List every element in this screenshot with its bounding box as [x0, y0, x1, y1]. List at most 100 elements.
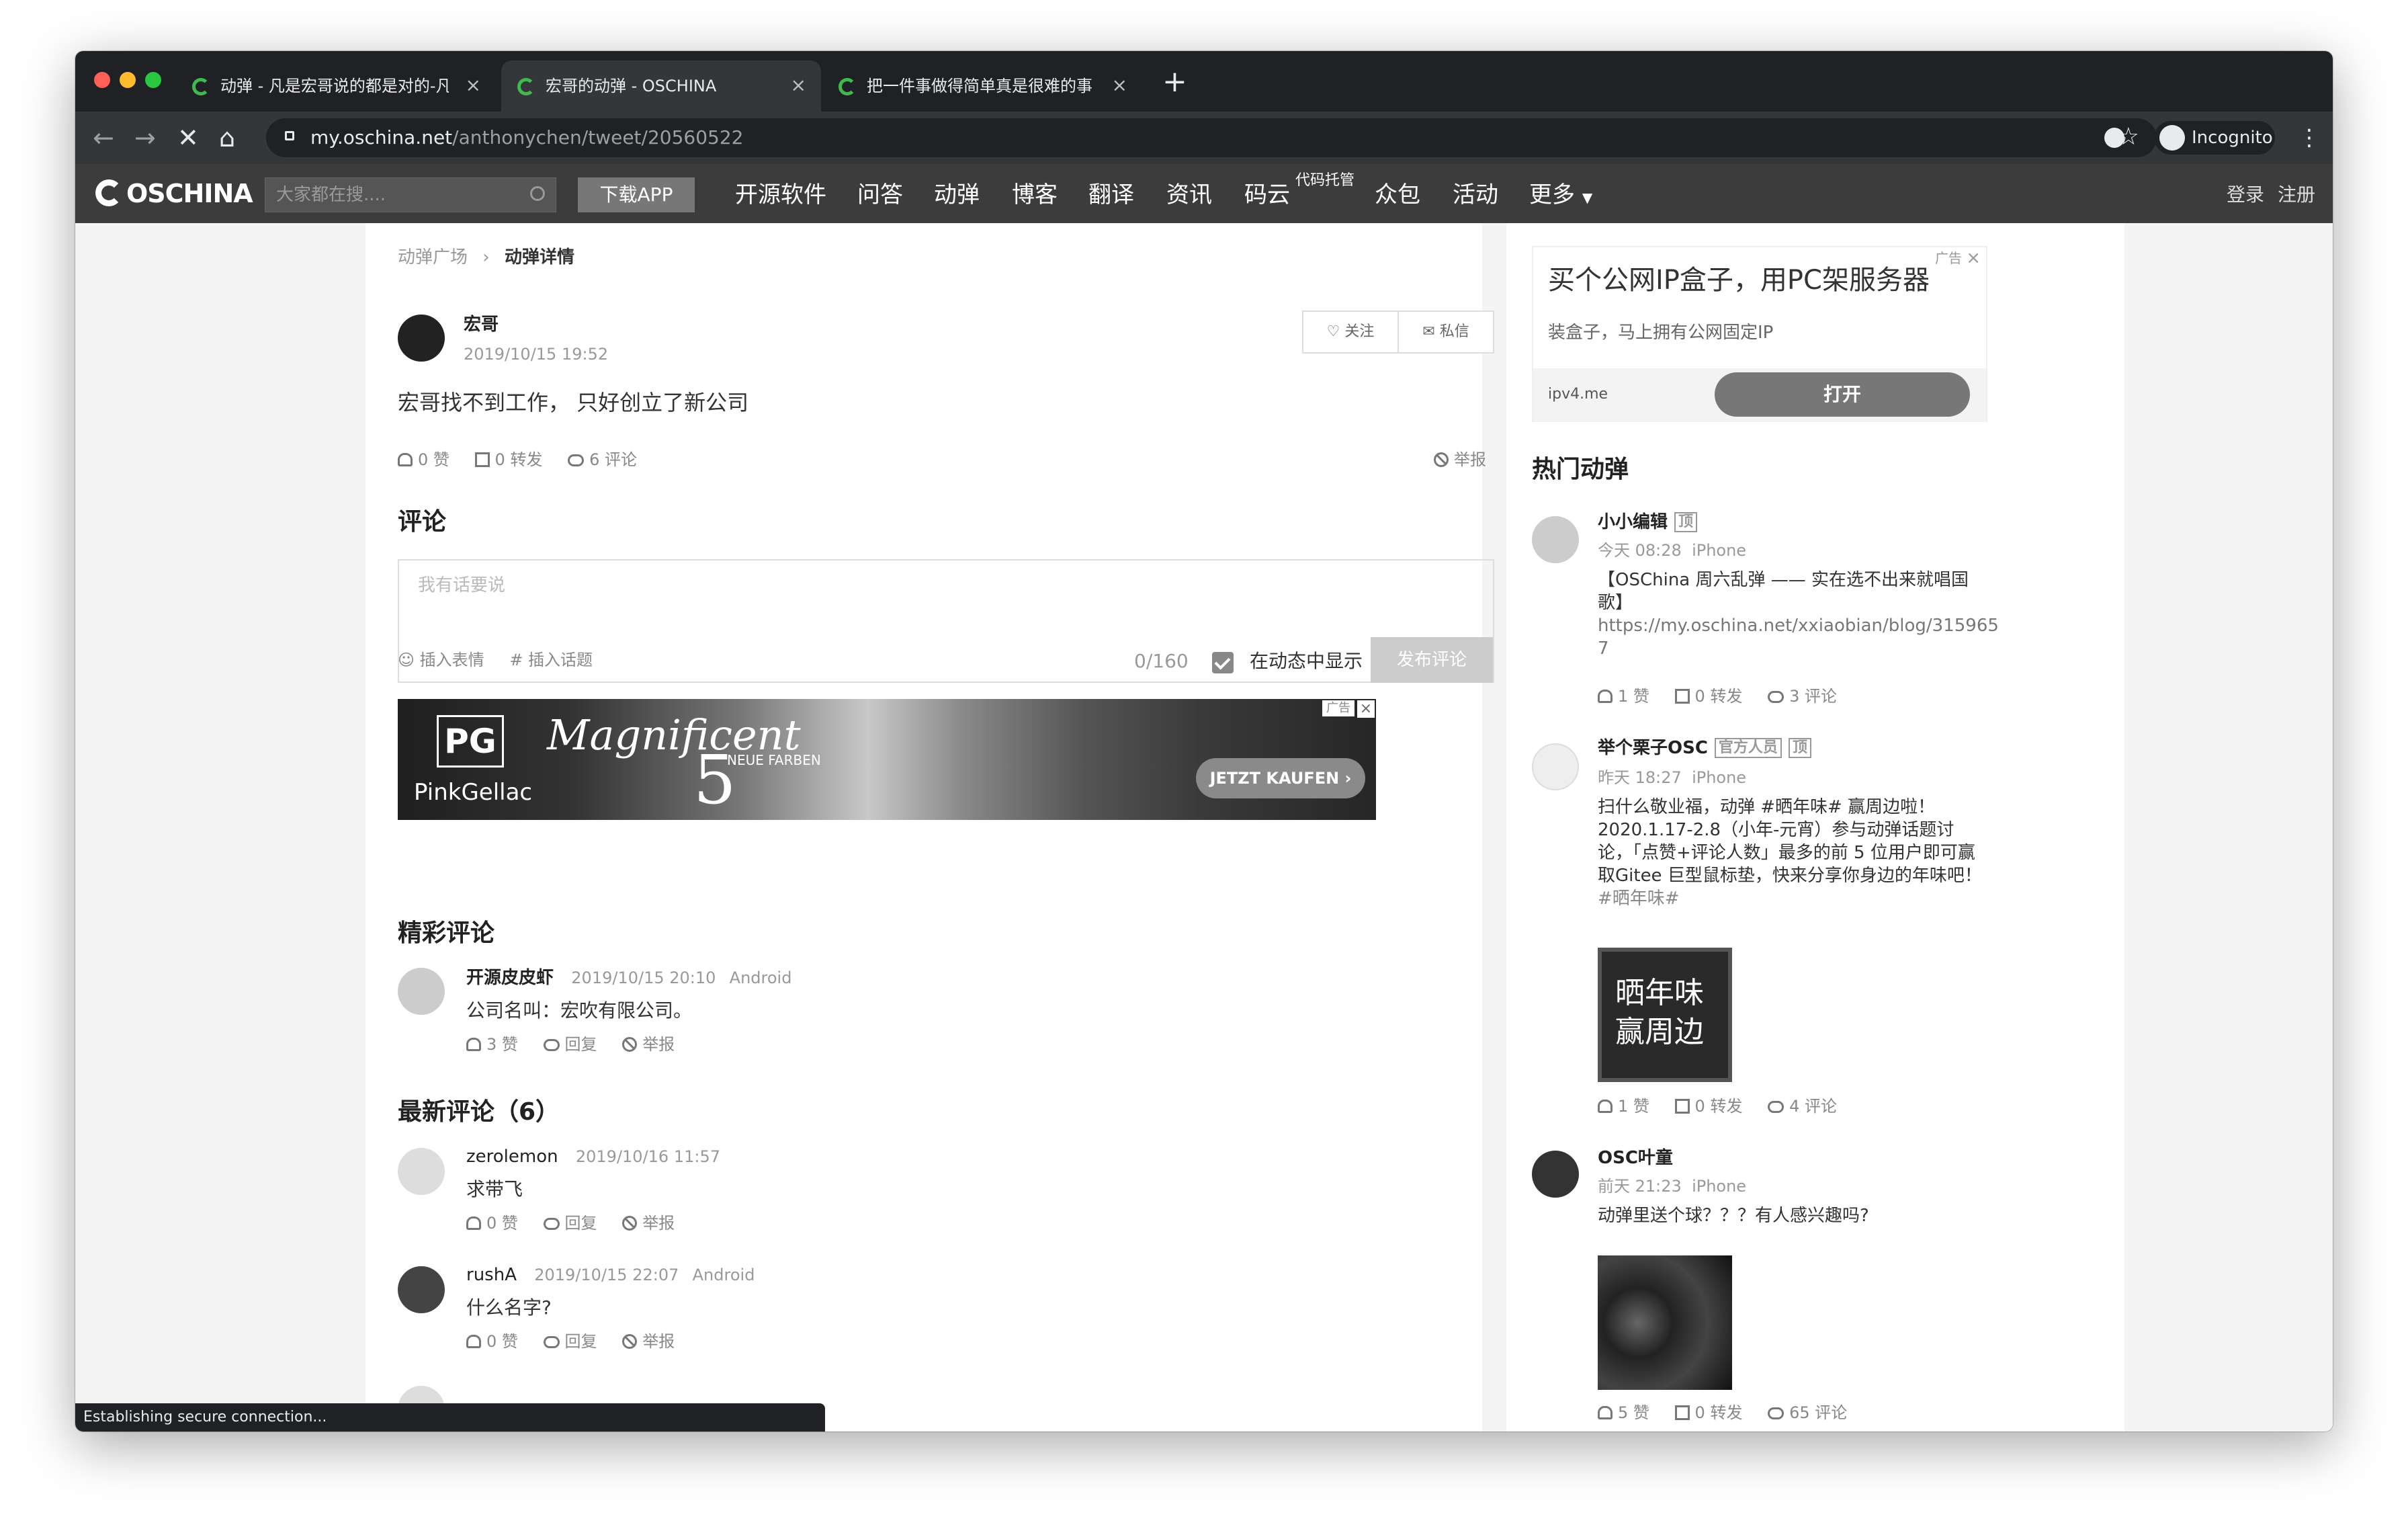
- banner-ad[interactable]: PG PinkGellac Magnificent 5 NEUE FARBEN …: [398, 699, 1376, 820]
- tab-title: 动弹 - 凡是宏哥说的都是对的-凡: [220, 77, 449, 95]
- forward-button[interactable]: 0 转发: [1674, 687, 1742, 706]
- comment-button[interactable]: 4 评论: [1768, 1097, 1837, 1116]
- private-message-button[interactable]: ✉ 私信: [1398, 311, 1494, 354]
- commenter-name[interactable]: zerolemon: [466, 1147, 558, 1167]
- insert-emoji-button[interactable]: ☺ 插入表情: [398, 651, 484, 669]
- banner-cta-button[interactable]: JETZT KAUFEN ›: [1196, 758, 1365, 798]
- incognito-badge[interactable]: Incognito: [2154, 121, 2275, 155]
- stop-loading-icon[interactable]: ✕: [177, 121, 199, 155]
- menu-more[interactable]: 更多 ▼: [1529, 180, 1592, 212]
- hot-author-name[interactable]: OSC叶童: [1598, 1147, 1673, 1169]
- hot-line: 扫什么敬业福，动弹 #晒年味# 赢周边啦！: [1598, 797, 1936, 817]
- browser-menu-icon[interactable]: ⋮: [2298, 121, 2321, 155]
- comment-button[interactable]: 65 评论: [1768, 1403, 1847, 1422]
- hot-line: 【OSChina 周六乱弹 —— 实在选不出来就唱国: [1598, 570, 1969, 590]
- close-ad-icon[interactable]: ×: [1357, 700, 1375, 718]
- commenter-avatar[interactable]: [398, 968, 445, 1015]
- minimize-window-button[interactable]: [120, 72, 136, 88]
- show-in-feed-checkbox[interactable]: [1212, 652, 1234, 673]
- hot-hashtag[interactable]: #晒年味#: [1598, 887, 2028, 910]
- reply-button[interactable]: 回复: [543, 1035, 597, 1054]
- menu-news[interactable]: 资讯: [1166, 180, 1212, 210]
- like-button[interactable]: 0 赞: [398, 450, 449, 469]
- image-text: 赢周边: [1615, 1015, 1704, 1049]
- address-bar[interactable]: my.oschina.net/anthonychen/tweet/2056052…: [266, 118, 2157, 157]
- site-header: OSCHINA 大家都在搜.... 下载APP 开源软件 问答 动弹 博客 翻译…: [75, 164, 2333, 223]
- register-link[interactable]: 注册: [2278, 183, 2315, 207]
- new-tab-button[interactable]: +: [1162, 65, 1187, 99]
- like-button[interactable]: 5 赞: [1598, 1403, 1649, 1422]
- download-app-button[interactable]: 下载APP: [578, 177, 695, 212]
- report-button[interactable]: 举报: [622, 1332, 675, 1351]
- tab-2[interactable]: 宏哥的动弹 - OSCHINA ×: [501, 60, 821, 112]
- menu-crowdsource[interactable]: 众包: [1375, 180, 1420, 210]
- commenter-name[interactable]: 开源皮皮虾: [466, 968, 554, 988]
- author-avatar[interactable]: [398, 315, 445, 362]
- sidebar-ad[interactable]: 买个公网IP盒子，用PC架服务器 装盒子，马上拥有公网固定IP 广告 × ipv…: [1532, 246, 1987, 422]
- commenter-avatar[interactable]: [398, 1266, 445, 1313]
- breadcrumb-parent[interactable]: 动弹广场: [398, 247, 468, 267]
- forward-button[interactable]: 0 转发: [1674, 1097, 1742, 1116]
- publish-comment-button[interactable]: 发布评论: [1371, 637, 1493, 683]
- tab-1[interactable]: 动弹 - 凡是宏哥说的都是对的-凡 ×: [176, 60, 496, 112]
- heart-icon: [466, 1038, 481, 1051]
- tab-3[interactable]: 把一件事做得简单真是很难的事 ×: [822, 60, 1142, 112]
- hot-image[interactable]: [1598, 1255, 1732, 1390]
- site-search-input[interactable]: 大家都在搜....: [265, 177, 556, 212]
- author-name[interactable]: 宏哥: [464, 313, 499, 336]
- comment-icon: [543, 1218, 560, 1230]
- hot-link[interactable]: https://my.oschina.net/xxiaobian/blog/31…: [1598, 614, 2014, 637]
- login-link[interactable]: 登录: [2227, 183, 2264, 207]
- forward-button[interactable]: 0 转发: [474, 450, 542, 469]
- comment-icon: [1768, 1101, 1784, 1113]
- follow-button[interactable]: ♡ 关注: [1302, 311, 1399, 354]
- side-ad-open-button[interactable]: 打开: [1715, 372, 1970, 417]
- like-button[interactable]: 3 赞: [466, 1035, 518, 1054]
- hot-author-name[interactable]: 举个栗子OSC: [1598, 738, 1708, 758]
- insert-topic-button[interactable]: # 插入话题: [509, 651, 593, 669]
- like-button[interactable]: 0 赞: [466, 1332, 518, 1351]
- hashtag-icon: #: [509, 651, 523, 669]
- hot-line: 歌】: [1598, 593, 1633, 613]
- comment-button[interactable]: 3 评论: [1768, 687, 1837, 706]
- like-button[interactable]: 1 赞: [1598, 687, 1649, 706]
- close-ad-icon[interactable]: ×: [1966, 249, 1981, 267]
- report-button[interactable]: 举报: [1434, 449, 1486, 470]
- menu-open-source[interactable]: 开源软件: [735, 180, 826, 210]
- hot-author-name[interactable]: 小小编辑: [1598, 512, 1668, 532]
- close-tab-icon[interactable]: ×: [1112, 74, 1127, 97]
- extension-icon[interactable]: [2104, 128, 2124, 148]
- back-icon[interactable]: ←: [93, 121, 114, 155]
- comment-count[interactable]: 6 评论: [568, 450, 637, 469]
- menu-gitee[interactable]: 码云: [1244, 180, 1290, 210]
- search-icon[interactable]: [530, 186, 545, 201]
- hot-image[interactable]: 晒年味 赢周边: [1598, 948, 1732, 1082]
- comment-text: 求带飞: [466, 1178, 523, 1200]
- menu-blog[interactable]: 博客: [1012, 180, 1058, 210]
- report-button[interactable]: 举报: [622, 1214, 675, 1233]
- close-tab-icon[interactable]: ×: [466, 74, 481, 97]
- like-button[interactable]: 0 赞: [466, 1214, 518, 1233]
- menu-events[interactable]: 活动: [1453, 180, 1498, 210]
- menu-qa[interactable]: 问答: [857, 180, 903, 210]
- comment-heading: 评论: [398, 508, 447, 536]
- home-icon[interactable]: ⌂: [219, 121, 235, 155]
- hot-avatar[interactable]: [1532, 1151, 1579, 1198]
- close-window-button[interactable]: [94, 72, 110, 88]
- oschina-logo[interactable]: OSCHINA: [95, 176, 253, 211]
- hot-link-end[interactable]: 7: [1598, 637, 2014, 660]
- hot-avatar[interactable]: [1532, 516, 1579, 563]
- reply-button[interactable]: 回复: [543, 1214, 597, 1233]
- maximize-window-button[interactable]: [145, 72, 161, 88]
- menu-tweet[interactable]: 动弹: [934, 180, 980, 210]
- hot-avatar[interactable]: [1532, 743, 1579, 790]
- commenter-avatar[interactable]: [398, 1148, 445, 1195]
- report-button[interactable]: 举报: [622, 1035, 675, 1054]
- menu-translate[interactable]: 翻译: [1088, 180, 1134, 210]
- commenter-name[interactable]: rushA: [466, 1265, 517, 1285]
- forward-button[interactable]: 0 转发: [1674, 1403, 1742, 1422]
- close-tab-icon[interactable]: ×: [791, 74, 806, 97]
- like-button[interactable]: 1 赞: [1598, 1097, 1649, 1116]
- forward-icon[interactable]: →: [134, 121, 156, 155]
- reply-button[interactable]: 回复: [543, 1332, 597, 1351]
